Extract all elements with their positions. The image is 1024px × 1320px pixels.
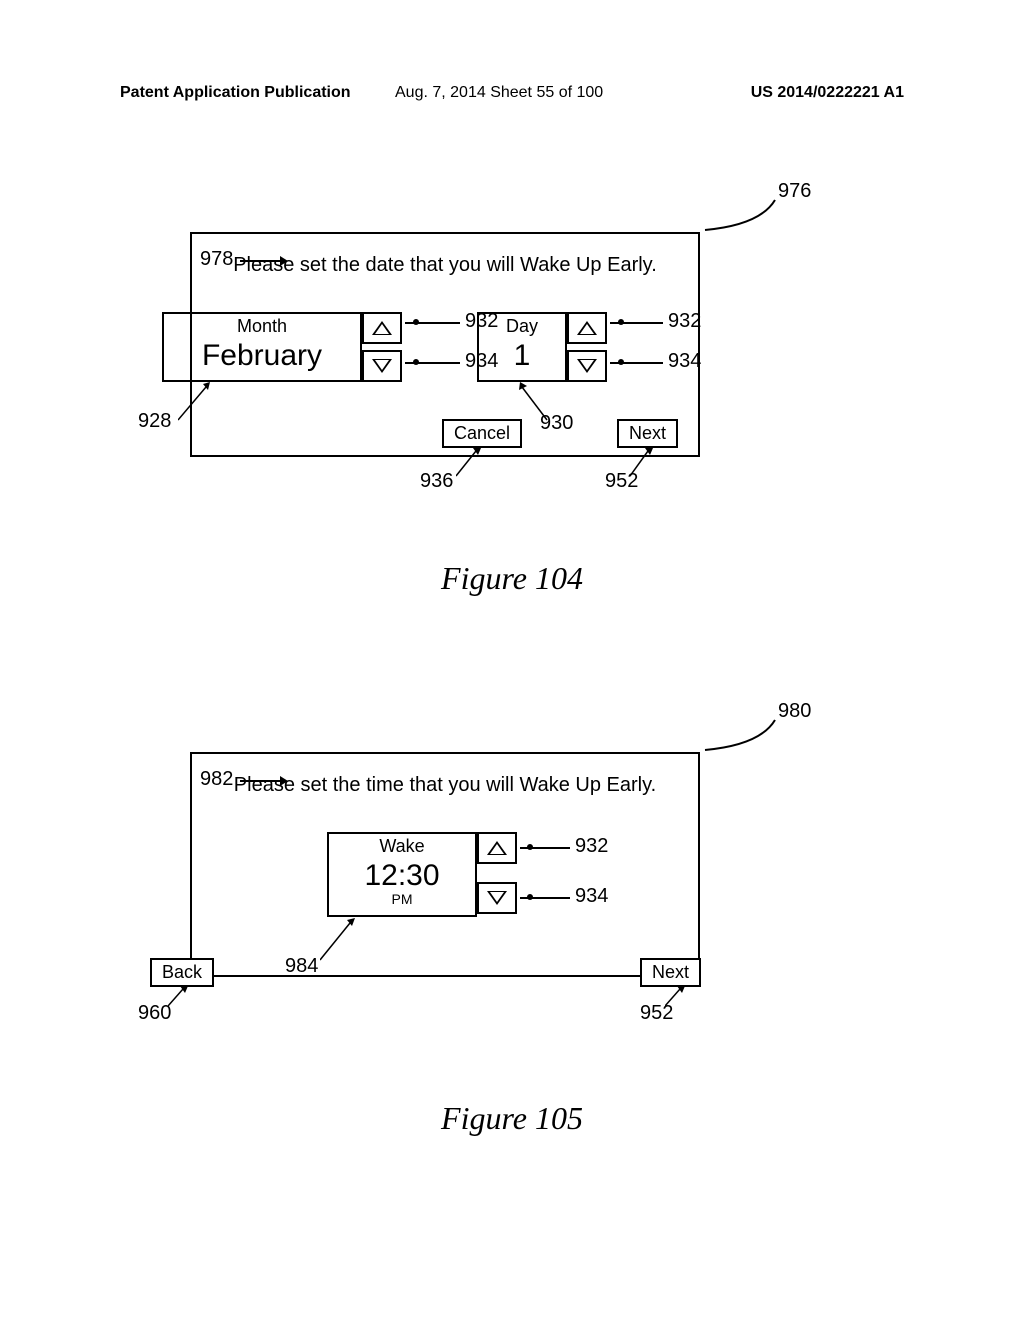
ref-934-wake: 934 — [575, 885, 608, 908]
tick-934w — [527, 894, 533, 900]
lead-930 — [517, 382, 552, 422]
month-value: February — [164, 337, 360, 375]
wake-sub: PM — [329, 891, 475, 907]
header-right: US 2014/0222221 A1 — [751, 84, 904, 102]
lead-952-105 — [665, 986, 687, 1008]
figure-105: 980 Please set the time that you will Wa… — [0, 680, 1024, 1130]
chevron-down-icon[interactable] — [362, 350, 402, 382]
lead-978 — [240, 255, 288, 267]
chevron-down-icon[interactable] — [477, 882, 517, 914]
wake-box: Wake 12:30 PM — [327, 832, 477, 917]
lead-928 — [178, 382, 218, 422]
wake-value: 12:30 — [329, 857, 475, 895]
ref-982: 982 — [200, 768, 233, 791]
lead-960 — [168, 986, 190, 1008]
ref-980: 980 — [778, 700, 811, 723]
caption-104: Figure 104 — [0, 560, 1024, 597]
ref-978: 978 — [200, 248, 233, 271]
ref-932-wake: 932 — [575, 835, 608, 858]
back-button[interactable]: Back — [150, 958, 214, 987]
ref-928: 928 — [138, 410, 171, 433]
page-header: Patent Application Publication Aug. 7, 2… — [0, 84, 1024, 102]
chevron-down-icon[interactable] — [567, 350, 607, 382]
lead-curve-980 — [700, 715, 780, 755]
ref-976: 976 — [778, 180, 811, 203]
lead-952-104 — [630, 448, 655, 478]
next-button-105[interactable]: Next — [640, 958, 701, 987]
month-box: Month February — [162, 312, 362, 382]
chevron-up-icon[interactable] — [567, 312, 607, 344]
month-label: Month — [164, 314, 360, 337]
ref-932-day: 932 — [668, 310, 701, 333]
header-mid: Aug. 7, 2014 Sheet 55 of 100 — [395, 84, 603, 102]
figure-104: 976 Please set the date that you will Wa… — [0, 160, 1024, 610]
lead-984 — [320, 918, 360, 963]
chevron-up-icon[interactable] — [477, 832, 517, 864]
ref-934-day: 934 — [668, 350, 701, 373]
tick-932b — [618, 319, 624, 325]
tick-932w — [527, 844, 533, 850]
ref-984: 984 — [285, 955, 318, 978]
chevron-up-icon[interactable] — [362, 312, 402, 344]
tick-932a — [413, 319, 419, 325]
cancel-button[interactable]: Cancel — [442, 419, 522, 448]
header-left: Patent Application Publication — [120, 84, 351, 102]
tick-934a — [413, 359, 419, 365]
wake-label: Wake — [329, 834, 475, 857]
tick-934b — [618, 359, 624, 365]
lead-curve-976 — [700, 195, 780, 235]
ref-936: 936 — [420, 470, 453, 493]
ref-934-month: 934 — [465, 350, 498, 373]
caption-105: Figure 105 — [0, 1100, 1024, 1137]
lead-936 — [456, 448, 484, 478]
ref-960: 960 — [138, 1002, 171, 1025]
lead-982 — [240, 775, 288, 787]
next-button[interactable]: Next — [617, 419, 678, 448]
ref-932-month: 932 — [465, 310, 498, 333]
